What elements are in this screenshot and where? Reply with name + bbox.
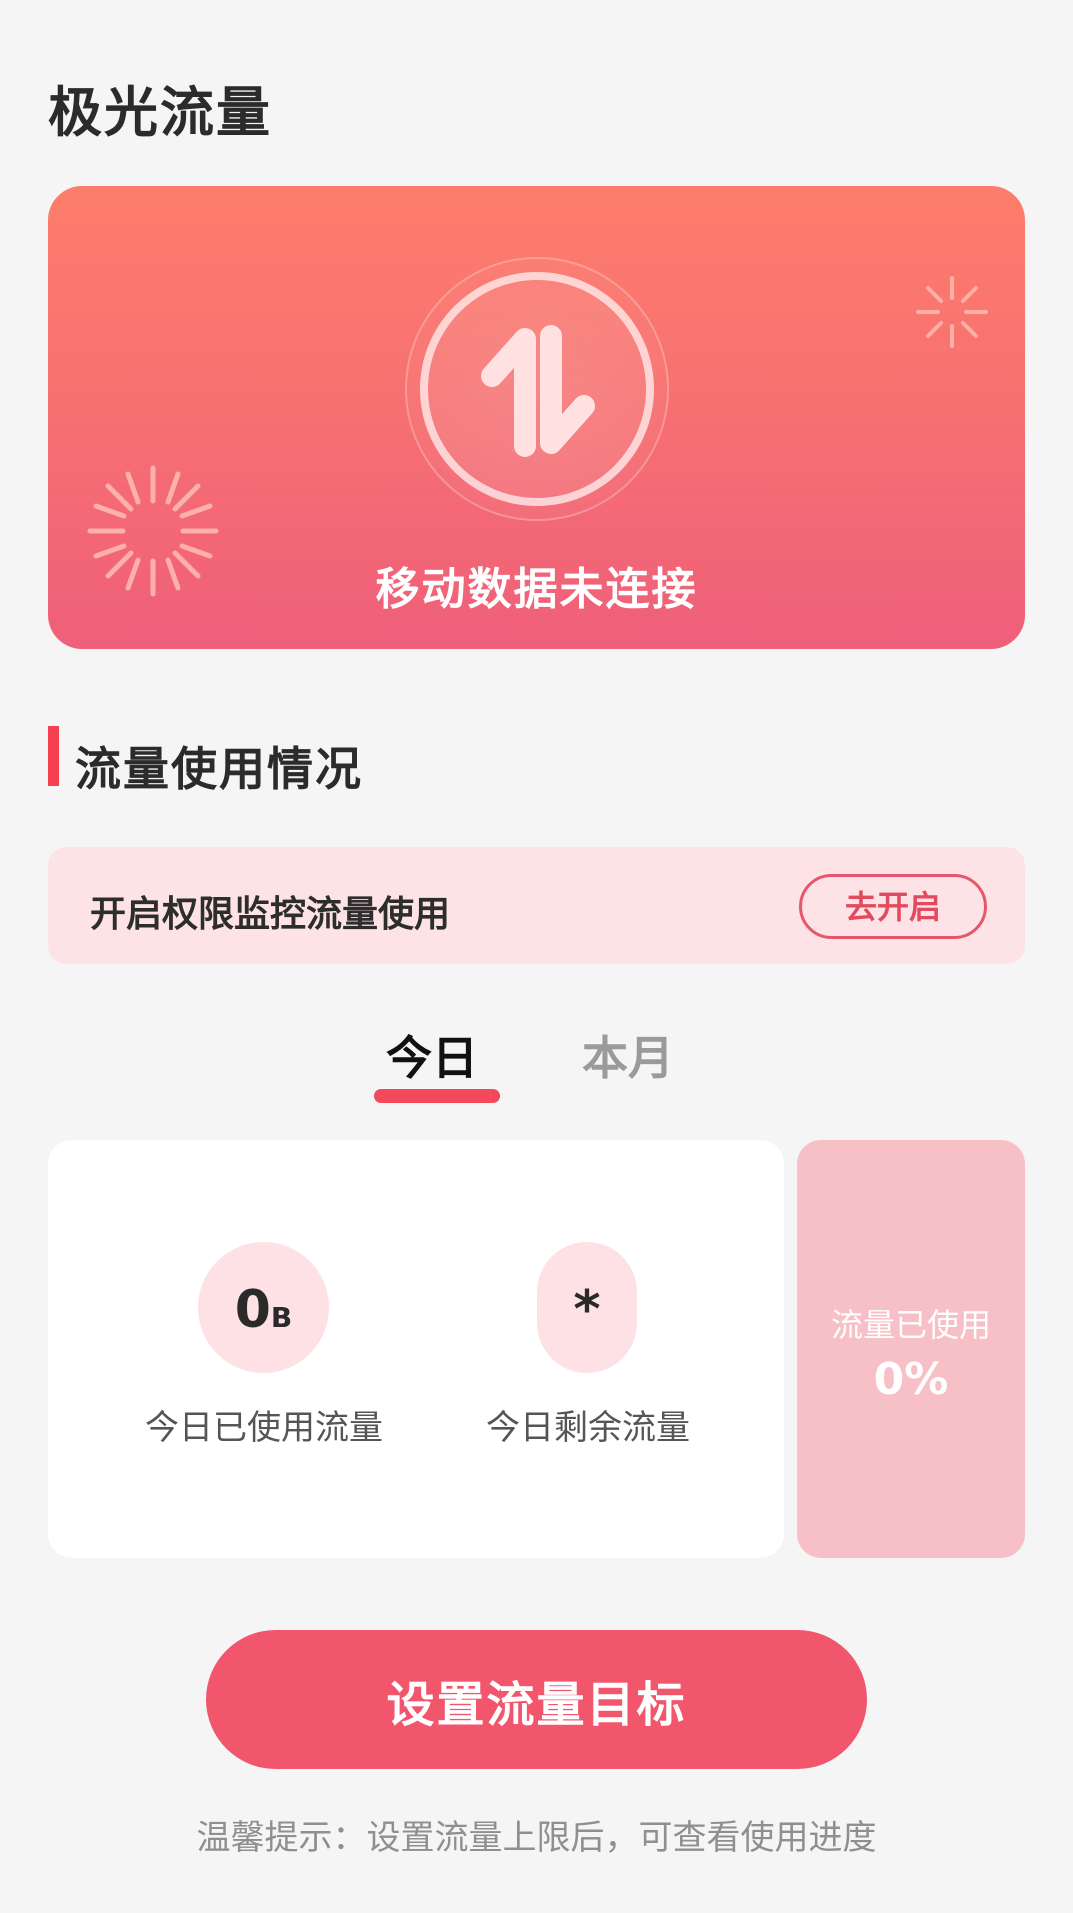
used-traffic-label: 今日已使用流量 <box>145 1408 383 1448</box>
used-traffic-bubble: 0B <box>198 1242 329 1373</box>
set-traffic-goal-button[interactable]: 设置流量目标 <box>206 1630 867 1769</box>
active-tab-indicator <box>374 1089 500 1103</box>
usage-percent-card: 流量已使用 0% <box>797 1140 1025 1558</box>
data-transfer-arrows-icon <box>481 325 595 457</box>
firework-decoration-icon <box>916 276 988 348</box>
tab-today[interactable]: 今日 <box>386 1022 478 1088</box>
data-connection-status: 移动数据未连接 <box>375 564 698 615</box>
used-traffic-value: 0B <box>234 1280 293 1340</box>
usage-stats-card: 0B * 今日已使用流量 今日剩余流量 <box>48 1140 784 1558</box>
permission-text: 开启权限监控流量使用 <box>90 894 451 935</box>
remaining-traffic-label: 今日剩余流量 <box>486 1408 690 1448</box>
remaining-traffic-bubble: * <box>537 1242 637 1373</box>
remaining-traffic-value: * <box>573 1280 601 1340</box>
usage-percent-value: 0% <box>873 1354 949 1405</box>
tab-month[interactable]: 本月 <box>582 1022 674 1088</box>
usage-percent-label: 流量已使用 <box>830 1306 991 1344</box>
tip-text: 温馨提示：设置流量上限后，可查看使用进度 <box>196 1818 877 1858</box>
section-accent-bar <box>48 726 59 786</box>
data-status-card[interactable]: 移动数据未连接 <box>48 186 1025 649</box>
enable-permission-button[interactable]: 去开启 <box>799 874 987 939</box>
section-title: 流量使用情况 <box>75 742 363 796</box>
page-title: 极光流量 <box>48 81 272 144</box>
used-traffic-unit: B <box>270 1301 293 1334</box>
permission-banner: 开启权限监控流量使用 去开启 <box>48 847 1025 964</box>
